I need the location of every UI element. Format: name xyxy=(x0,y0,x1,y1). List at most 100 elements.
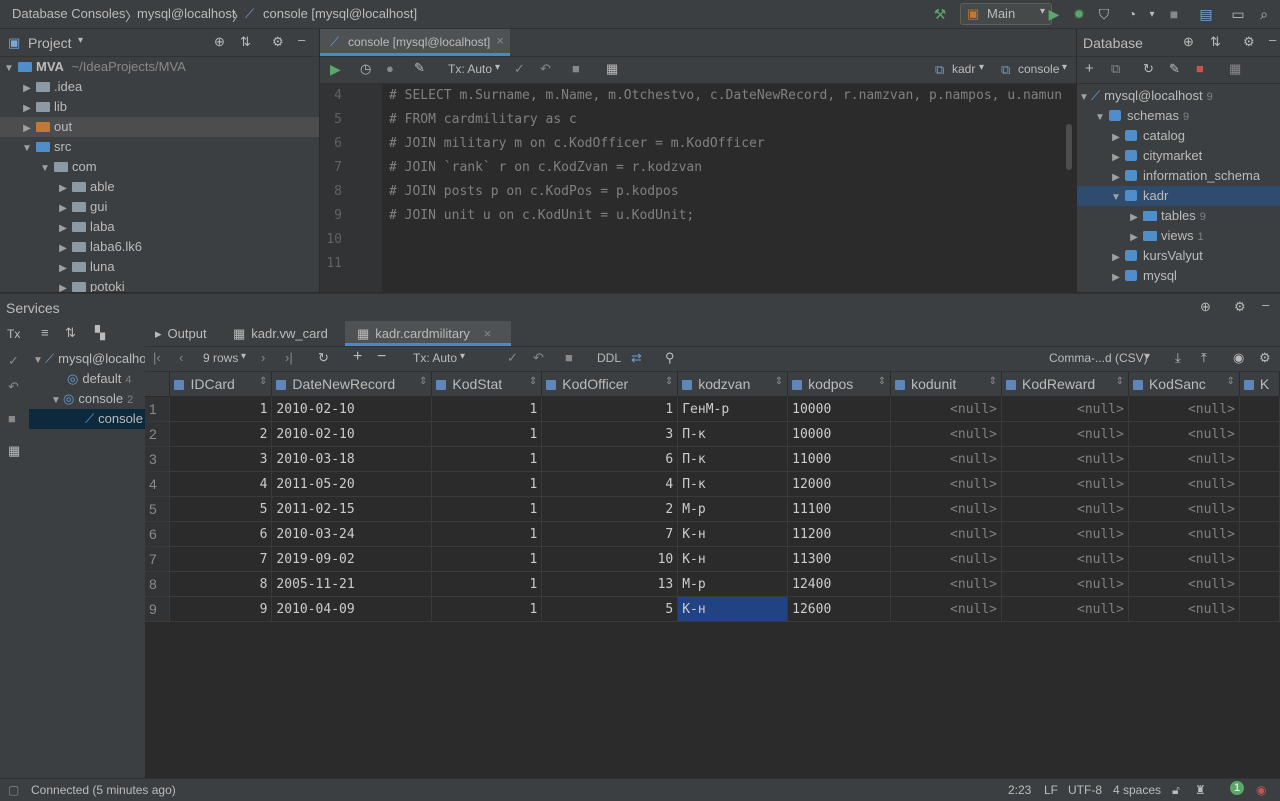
table-cell[interactable]: П-к xyxy=(677,471,789,497)
close-icon[interactable]: × xyxy=(496,33,504,48)
run-icon[interactable]: ▶ xyxy=(1044,4,1064,24)
table-row[interactable]: 3 3 2010-03-18 1 6 П-к 11000 <null> <null> <null> xyxy=(145,446,1280,472)
table-row[interactable]: 4 4 2011-05-20 1 4 П-к 12000 <null> <null> <null> xyxy=(145,471,1280,497)
table-cell[interactable]: 2019-09-02 xyxy=(271,546,433,572)
table-cell[interactable]: 3 xyxy=(169,446,273,472)
column-header-kodofficer[interactable]: KodOfficer ⇕ xyxy=(541,372,679,397)
table-cell[interactable]: <null> xyxy=(1128,596,1240,622)
duplicate-icon[interactable]: ⧉ xyxy=(1111,61,1120,77)
chevron-down-icon[interactable]: ▾ xyxy=(460,351,465,362)
tree-item-mva[interactable]: ▼ MVA ~/IdeaProjects/MVA xyxy=(0,57,319,77)
locate-crosshair-icon[interactable]: ⊕ xyxy=(214,34,225,50)
database-panel-title[interactable]: Database xyxy=(1083,35,1143,51)
sort-icon[interactable]: ⇕ xyxy=(1227,376,1235,387)
next-page-icon[interactable]: › xyxy=(261,350,265,365)
export-download-icon[interactable]: ⤓ xyxy=(1175,350,1181,366)
collapsed-arrow-icon[interactable]: ▶ xyxy=(1109,148,1123,168)
table-cell[interactable]: 2005-11-21 xyxy=(271,571,433,597)
hide-panel-icon[interactable]: – xyxy=(1269,32,1276,47)
table-cell-truncated[interactable] xyxy=(1239,496,1280,522)
table-cell-truncated[interactable] xyxy=(1239,421,1280,447)
stop-icon[interactable]: ■ xyxy=(572,61,580,76)
table-cell[interactable]: 2011-05-20 xyxy=(271,471,433,497)
expanded-arrow-icon[interactable]: ▼ xyxy=(1077,88,1091,108)
column-header-k[interactable]: K xyxy=(1239,372,1280,397)
db-item-mysql[interactable]: ▶ mysql xyxy=(1077,266,1280,286)
table-cell[interactable]: <null> xyxy=(1128,571,1240,597)
hide-panel-icon[interactable]: – xyxy=(1262,297,1269,312)
table-cell[interactable]: М-р xyxy=(677,571,789,597)
table-cell[interactable]: 2010-03-18 xyxy=(271,446,433,472)
table-cell[interactable]: П-к xyxy=(677,421,789,447)
table-editor-icon[interactable]: ▦ xyxy=(1229,61,1241,77)
column-header-datenewrecord[interactable]: DateNewRecord ⇕ xyxy=(271,372,433,397)
tx-mode-select[interactable]: Tx: Auto xyxy=(413,351,457,365)
row-number[interactable]: 3 xyxy=(145,446,171,472)
table-cell[interactable]: 11100 xyxy=(787,496,892,522)
tx-mode-select[interactable]: Tx: Auto xyxy=(448,62,492,76)
table-cell[interactable]: 1 xyxy=(541,396,679,422)
rollback-undo-icon[interactable]: ↶ xyxy=(8,379,19,395)
table-cell[interactable]: 9 xyxy=(169,596,273,622)
rollback-undo-icon[interactable]: ↶ xyxy=(533,350,544,366)
expanded-arrow-icon[interactable]: ▼ xyxy=(1109,188,1123,208)
previous-page-icon[interactable]: ‹ xyxy=(179,350,183,365)
table-cell[interactable]: <null> xyxy=(1128,496,1240,522)
expanded-arrow-icon[interactable]: ▼ xyxy=(31,351,45,371)
view-eye-icon[interactable]: ◉ xyxy=(1233,350,1244,366)
sort-icon[interactable]: ⇕ xyxy=(775,376,783,387)
tree-item-com[interactable]: ▼ com xyxy=(0,157,319,177)
more-run-chevron-icon[interactable]: ▾ xyxy=(1142,4,1162,24)
debug-bug-icon[interactable]: ✹ xyxy=(1069,4,1089,24)
sort-icon[interactable]: ⇕ xyxy=(665,376,673,387)
table-cell[interactable]: 1 xyxy=(431,471,543,497)
db-item-information-schema[interactable]: ▶ information_schema xyxy=(1077,166,1280,186)
column-header-kodsanc[interactable]: KodSanc ⇕ xyxy=(1128,372,1240,397)
table-cell[interactable]: <null> xyxy=(1128,546,1240,572)
run-config-select[interactable]: ▣ Main ▾ xyxy=(960,3,1052,25)
table-cell[interactable]: 11200 xyxy=(787,521,892,547)
breadcrumb-console[interactable]: console [mysql@localhost] xyxy=(263,6,417,21)
table-cell[interactable]: П-к xyxy=(677,446,789,472)
table-cell[interactable]: 5 xyxy=(169,496,273,522)
table-cell[interactable]: 1 xyxy=(431,546,543,572)
event-log-badge[interactable]: 1 xyxy=(1230,781,1244,795)
table-cell[interactable]: К-н xyxy=(677,546,789,572)
table-cell[interactable]: 2011-02-15 xyxy=(271,496,433,522)
table-cell[interactable]: 1 xyxy=(431,496,543,522)
column-header-kodzvan[interactable]: kodzvan ⇕ xyxy=(677,372,789,397)
table-cell[interactable]: <null> xyxy=(1128,421,1240,447)
build-hammer-icon[interactable]: ⚒ xyxy=(930,4,950,24)
db-item-kursvalyut[interactable]: ▶ kursValyut xyxy=(1077,246,1280,266)
hide-panel-icon[interactable]: – xyxy=(298,32,305,47)
delete-row-icon[interactable]: − xyxy=(377,348,386,366)
collapsed-arrow-icon[interactable]: ▶ xyxy=(56,239,70,259)
table-cell[interactable]: 2010-04-09 xyxy=(271,596,433,622)
table-row[interactable]: 9 9 2010-04-09 1 5 К-н 12600 <null> <null> <null> xyxy=(145,596,1280,622)
table-cell[interactable]: <null> xyxy=(890,396,1003,422)
add-row-icon[interactable]: + xyxy=(353,348,362,366)
column-header-kodstat[interactable]: KodStat ⇕ xyxy=(431,372,543,397)
tree-item-laba6[interactable]: ▶ laba6.lk6 xyxy=(0,237,319,257)
lock-icon[interactable]: 🔓︎ xyxy=(1172,783,1180,798)
table-cell[interactable]: <null> xyxy=(1001,496,1129,522)
pin-icon[interactable]: ⚲ xyxy=(665,350,675,366)
table-cell[interactable]: <null> xyxy=(1001,396,1129,422)
table-cell[interactable]: 2010-03-24 xyxy=(271,521,433,547)
refresh-icon[interactable]: ↻ xyxy=(1143,61,1154,77)
chevron-down-icon[interactable]: ▾ xyxy=(241,351,246,362)
refresh-icon[interactable]: ↻ xyxy=(318,350,329,366)
collapsed-arrow-icon[interactable]: ▶ xyxy=(1109,168,1123,188)
sort-icon[interactable]: ⇕ xyxy=(878,376,886,387)
tree-item-potoki[interactable]: ▶ potoki xyxy=(0,277,319,292)
table-cell[interactable]: 2010-02-10 xyxy=(271,421,433,447)
layout-icon[interactable]: ▦ xyxy=(8,443,20,459)
sort-icon[interactable]: ⇕ xyxy=(1116,376,1124,387)
chevron-down-icon[interactable]: ▾ xyxy=(1145,351,1150,362)
table-cell[interactable]: 4 xyxy=(169,471,273,497)
stop-icon[interactable]: ■ xyxy=(565,350,573,365)
row-number[interactable]: 8 xyxy=(145,571,171,597)
table-cell[interactable]: 12600 xyxy=(787,596,892,622)
compare-icon[interactable]: ⇄ xyxy=(631,350,642,366)
collapse-all-icon[interactable]: ⇅ xyxy=(65,325,76,341)
